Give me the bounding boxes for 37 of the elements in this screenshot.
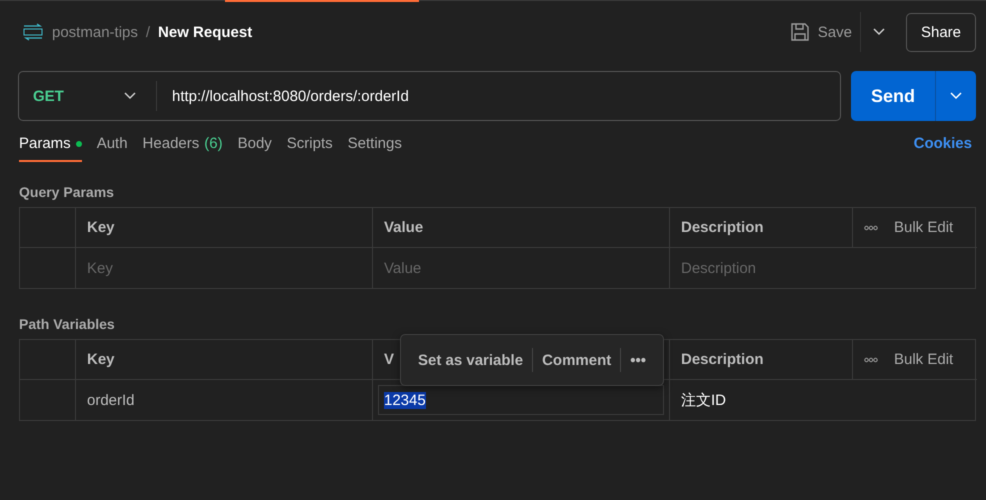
tab[interactable]: Auth	[96, 135, 128, 162]
column-header: Value	[373, 208, 670, 248]
bulk-edit-button[interactable]: Bulk Edit	[864, 219, 954, 236]
column-header: Key	[76, 340, 373, 380]
tab[interactable]: Settings	[348, 135, 402, 162]
popup-menu-item[interactable]: Set as variable	[409, 352, 532, 368]
save-icon	[790, 22, 810, 42]
more-icon	[864, 224, 878, 230]
popup-menu-item[interactable]: Comment	[533, 352, 620, 368]
collection-link[interactable]: postman-tips	[52, 24, 138, 40]
tab[interactable]: Body	[238, 135, 272, 162]
http-icon	[22, 23, 44, 41]
section-title: Query Params	[19, 183, 115, 202]
description-field[interactable]: 注文ID	[670, 380, 977, 420]
url-bar[interactable]: GET http://localhost:8080/orders/:orderId	[18, 71, 841, 121]
url-input[interactable]: http://localhost:8080/orders/:orderId	[157, 88, 409, 104]
more-icon	[864, 356, 878, 362]
bulk-edit-button[interactable]: Bulk Edit	[864, 351, 954, 368]
tab[interactable]: Scripts	[286, 135, 333, 162]
column-header: Key	[76, 208, 373, 248]
chevron-icon	[950, 92, 962, 100]
breadcrumb-separator: /	[146, 24, 150, 40]
section-title: Path Variables	[19, 315, 116, 334]
column-header: Description	[670, 340, 853, 380]
value-text: 12345	[384, 392, 426, 408]
column-header: Description	[670, 208, 853, 248]
tab[interactable]: Params	[19, 135, 82, 162]
tab[interactable]: Headers (6)	[142, 135, 223, 162]
cookies-link[interactable]: Cookies	[914, 135, 972, 152]
more-button[interactable]: •••	[621, 352, 656, 368]
share-button[interactable]: Share	[906, 12, 976, 52]
chevron-icon	[124, 92, 136, 100]
key-field[interactable]: orderId	[76, 380, 373, 420]
method-dropdown[interactable]: GET	[19, 81, 157, 111]
chevron-icon	[873, 28, 886, 36]
save-button[interactable]: Save	[782, 22, 860, 42]
request-title: New Request	[158, 24, 252, 40]
